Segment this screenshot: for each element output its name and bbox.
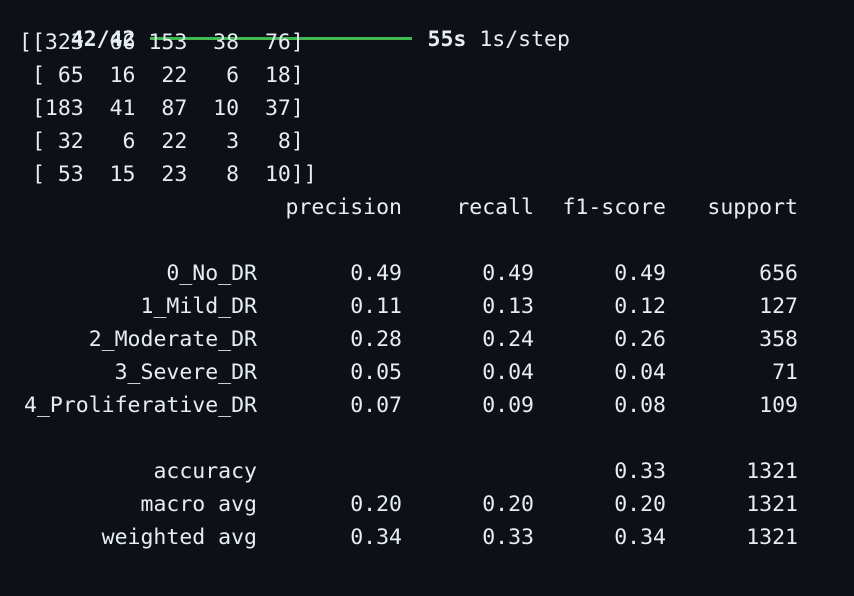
row-recall: 0.24 — [482, 327, 534, 352]
row-support: 358 — [759, 327, 798, 352]
row-label: 1_Mild_DR — [140, 294, 258, 319]
confusion-matrix-row: [ 65 16 22 6 18] — [19, 63, 304, 88]
row-f1-score: 0.04 — [614, 360, 666, 385]
row-support: 109 — [759, 393, 798, 418]
row-label: 3_Severe_DR — [114, 360, 257, 385]
row-label: 0_No_DR — [166, 261, 257, 286]
row-recall: 0.13 — [482, 294, 534, 319]
row-f1-score: 0.20 — [614, 492, 666, 517]
row-f1-score: 0.26 — [614, 327, 666, 352]
confusion-matrix-row: [ 53 15 23 8 10]] — [19, 162, 317, 187]
row-precision: 0.34 — [350, 525, 402, 550]
header-support: support — [707, 195, 798, 220]
row-support: 1321 — [746, 492, 798, 517]
row-recall: 0.04 — [482, 360, 534, 385]
row-recall: 0.33 — [482, 525, 534, 550]
progress-line: 42/42 55s 1s/step — [19, 0, 570, 52]
row-label: macro avg — [140, 492, 258, 517]
row-f1-score: 0.33 — [614, 459, 666, 484]
header-f1-score: f1-score — [562, 195, 666, 220]
row-precision — [270, 458, 402, 486]
progress-time: 55s — [427, 27, 467, 52]
row-label: accuracy — [153, 459, 257, 484]
row-precision: 0.05 — [350, 360, 402, 385]
confusion-matrix-row: [[323 66 153 38 76] — [19, 30, 304, 55]
row-label: weighted avg — [101, 525, 257, 550]
header-precision: precision — [285, 195, 403, 220]
row-label: 4_Proliferative_DR — [24, 393, 257, 418]
row-f1-score: 0.08 — [614, 393, 666, 418]
row-support: 71 — [772, 360, 798, 385]
row-recall: 0.49 — [482, 261, 534, 286]
progress-rate: 1s/step — [479, 27, 570, 52]
row-precision: 0.20 — [350, 492, 402, 517]
row-precision: 0.11 — [350, 294, 402, 319]
row-support: 656 — [759, 261, 798, 286]
row-support: 1321 — [746, 525, 798, 550]
row-f1-score: 0.12 — [614, 294, 666, 319]
row-recall: 0.20 — [482, 492, 534, 517]
terminal-output: 42/42 55s 1s/step [[323 66 153 38 76] [ 6… — [0, 0, 854, 596]
row-precision: 0.07 — [350, 393, 402, 418]
row-precision: 0.28 — [350, 327, 402, 352]
row-precision: 0.49 — [350, 261, 402, 286]
row-f1-score: 0.49 — [614, 261, 666, 286]
row-recall: 0.09 — [482, 393, 534, 418]
confusion-matrix-row: [ 32 6 22 3 8] — [19, 129, 304, 154]
header-recall: recall — [456, 195, 534, 220]
row-recall — [420, 458, 534, 486]
row-label: 2_Moderate_DR — [88, 327, 257, 352]
row-support: 127 — [759, 294, 798, 319]
row-f1-score: 0.34 — [614, 525, 666, 550]
row-support: 1321 — [746, 459, 798, 484]
confusion-matrix-row: [183 41 87 10 37] — [19, 96, 304, 121]
